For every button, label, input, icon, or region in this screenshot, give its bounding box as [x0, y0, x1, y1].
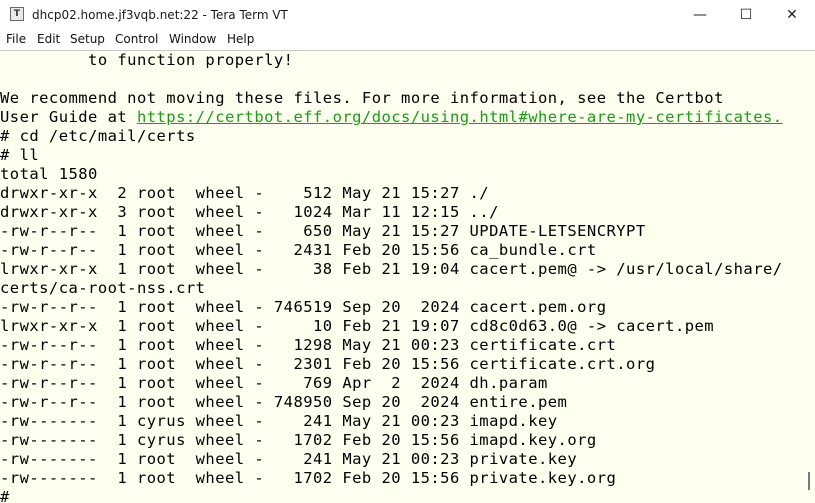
terminal-line: -rw-r--r-- 1 root wheel - 1298 May 21 00… — [0, 336, 617, 354]
terminal-line: -rw-r--r-- 1 root wheel - 2431 Feb 20 15… — [0, 241, 597, 259]
menu-bar: File Edit Setup Control Window Help — [0, 30, 815, 50]
tera-term-app-icon[interactable]: T — [10, 7, 24, 21]
tera-term-window: T dhcp02.home.jf3vqb.net:22 - Tera Term … — [0, 0, 815, 503]
terminal-line: -rw------- 1 cyrus wheel - 1702 Feb 20 1… — [0, 431, 597, 449]
vertical-scrollbar[interactable] — [805, 51, 815, 503]
window-title: dhcp02.home.jf3vqb.net:22 - Tera Term VT — [32, 8, 288, 22]
terminal-line: # cd /etc/mail/certs — [0, 127, 196, 145]
terminal-line: -rw-r--r-- 1 root wheel - 748950 Sep 20 … — [0, 393, 568, 411]
terminal-text: User Guide at — [0, 108, 137, 126]
menu-file[interactable]: File — [6, 32, 26, 46]
terminal-line: -rw------- 1 root wheel - 1702 Feb 20 15… — [0, 469, 617, 487]
terminal-prompt: # — [0, 488, 10, 503]
terminal-line: -rw-r--r-- 1 root wheel - 650 May 21 15:… — [0, 222, 646, 240]
terminal-line: lrwxr-xr-x 1 root wheel - 38 Feb 21 19:0… — [0, 260, 783, 278]
menu-help[interactable]: Help — [227, 32, 254, 46]
terminal-line: User Guide at https://certbot.eff.org/do… — [0, 108, 783, 127]
terminal-line: We recommend not moving these files. For… — [0, 89, 724, 107]
terminal-line: -rw-r--r-- 1 root wheel - 769 Apr 2 2024… — [0, 374, 548, 392]
scrollbar-thumb[interactable] — [808, 472, 810, 490]
terminal-line: drwxr-xr-x 3 root wheel - 1024 Mar 11 12… — [0, 203, 499, 221]
terminal-line: drwxr-xr-x 2 root wheel - 512 May 21 15:… — [0, 184, 490, 202]
terminal-line: # ll — [0, 146, 40, 164]
maximize-button[interactable]: ☐ — [723, 0, 769, 30]
terminal-line: -rw------- 1 root wheel - 241 May 21 00:… — [0, 450, 578, 468]
menu-control[interactable]: Control — [115, 32, 158, 46]
terminal-line: to function properly! — [0, 51, 294, 69]
minimize-button[interactable]: — — [677, 0, 723, 30]
terminal-line: total 1580 — [0, 165, 98, 183]
terminal-line: -rw------- 1 cyrus wheel - 241 May 21 00… — [0, 412, 558, 430]
terminal-line: -rw-r--r-- 1 root wheel - 2301 Feb 20 15… — [0, 355, 656, 373]
terminal-screen[interactable]: to function properly! We recommend not m… — [0, 51, 815, 503]
menu-edit[interactable]: Edit — [37, 32, 60, 46]
terminal-line: lrwxr-xr-x 1 root wheel - 10 Feb 21 19:0… — [0, 317, 715, 335]
menu-setup[interactable]: Setup — [70, 32, 105, 46]
menu-window[interactable]: Window — [169, 32, 216, 46]
terminal-line: certs/ca-root-nss.crt — [0, 279, 206, 297]
close-button[interactable]: ✕ — [769, 0, 815, 30]
certbot-docs-link[interactable]: https://certbot.eff.org/docs/using.html#… — [137, 108, 783, 126]
title-bar[interactable]: T dhcp02.home.jf3vqb.net:22 - Tera Term … — [0, 0, 815, 30]
terminal-line: -rw-r--r-- 1 root wheel - 746519 Sep 20 … — [0, 298, 607, 316]
